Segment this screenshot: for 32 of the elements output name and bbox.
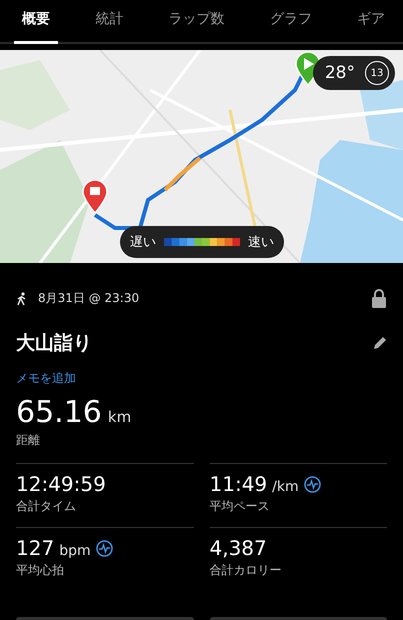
tab[interactable]: 概要 [14,0,58,44]
stat-value: 4,387 [210,536,267,560]
stat-label: 平均心拍 [16,562,65,579]
speed-gradient-icon [164,238,240,246]
legend-label: 速い [248,234,274,251]
legend-label: 遅い [130,234,156,251]
stat-value: 12:49:59 [16,472,106,496]
tab[interactable]: グラフ [262,0,320,44]
stat-value: 127 [16,536,54,560]
wind-speed: 13 [365,61,389,85]
tab[interactable]: ギア [349,0,393,44]
stat-label: 平均ペース [210,498,270,515]
walking-person-icon [16,292,28,306]
distance-value: 65.16 [16,395,102,430]
activity-title: 大山詣り [16,331,92,356]
distance-unit: km [108,408,132,426]
distance-label: 距離 [16,432,41,449]
stat-label: 合計タイム [16,498,77,515]
pulse-graph-icon[interactable] [304,476,321,492]
tab[interactable]: 統計 [87,0,132,44]
stat-unit: /km [272,479,299,495]
temperature: 28° [324,63,355,83]
tab[interactable]: ラップ数 [160,0,232,44]
pulse-graph-icon[interactable] [96,540,113,556]
stat-value: 11:49 [210,472,268,496]
stat-label: 合計カロリー [210,562,282,579]
pencil-icon[interactable] [373,336,387,350]
lock-icon[interactable] [371,289,387,308]
finish-pin-icon [82,180,108,214]
stat-unit: bpm [59,543,91,559]
activity-date: 8月31日 @ 23:30 [38,290,140,307]
add-note-link[interactable]: メモを追加 [16,370,76,387]
